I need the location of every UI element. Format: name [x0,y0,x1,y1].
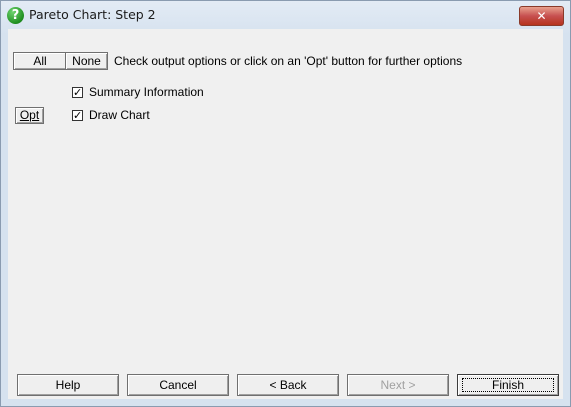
draw-chart-checkbox[interactable]: ✓ [72,110,83,121]
close-button[interactable]: ✕ [519,6,564,26]
window-title: Pareto Chart: Step 2 [29,7,156,22]
focus-rectangle [462,378,554,392]
help-button-label: Help [55,378,81,392]
draw-chart-label[interactable]: Draw Chart [89,108,150,122]
none-button-label: None [72,54,101,68]
summary-information-checkbox[interactable]: ✓ [72,87,83,98]
opt-button-label: Opt [19,108,40,122]
title-bar: ? Pareto Chart: Step 2 ✕ [1,1,570,29]
next-button[interactable]: Next > [347,374,449,396]
instruction-text: Check output options or click on an 'Opt… [114,54,463,68]
summary-information-label[interactable]: Summary Information [89,85,204,99]
all-button[interactable]: All [13,52,67,70]
help-button[interactable]: Help [17,374,119,396]
dialog-window: ? Pareto Chart: Step 2 ✕ All None Check … [0,0,571,407]
opt-button[interactable]: Opt [15,107,44,124]
dialog-client-area: All None Check output options or click o… [8,29,563,399]
all-button-label: All [33,54,47,68]
back-button[interactable]: < Back [237,374,339,396]
back-button-label: < Back [269,378,307,392]
finish-button[interactable]: Finish [457,374,559,396]
close-icon: ✕ [536,9,547,23]
none-button[interactable]: None [65,52,108,70]
next-button-label: Next > [380,378,416,392]
cancel-button[interactable]: Cancel [127,374,229,396]
cancel-button-label: Cancel [159,378,197,392]
help-question-icon: ? [7,7,24,24]
